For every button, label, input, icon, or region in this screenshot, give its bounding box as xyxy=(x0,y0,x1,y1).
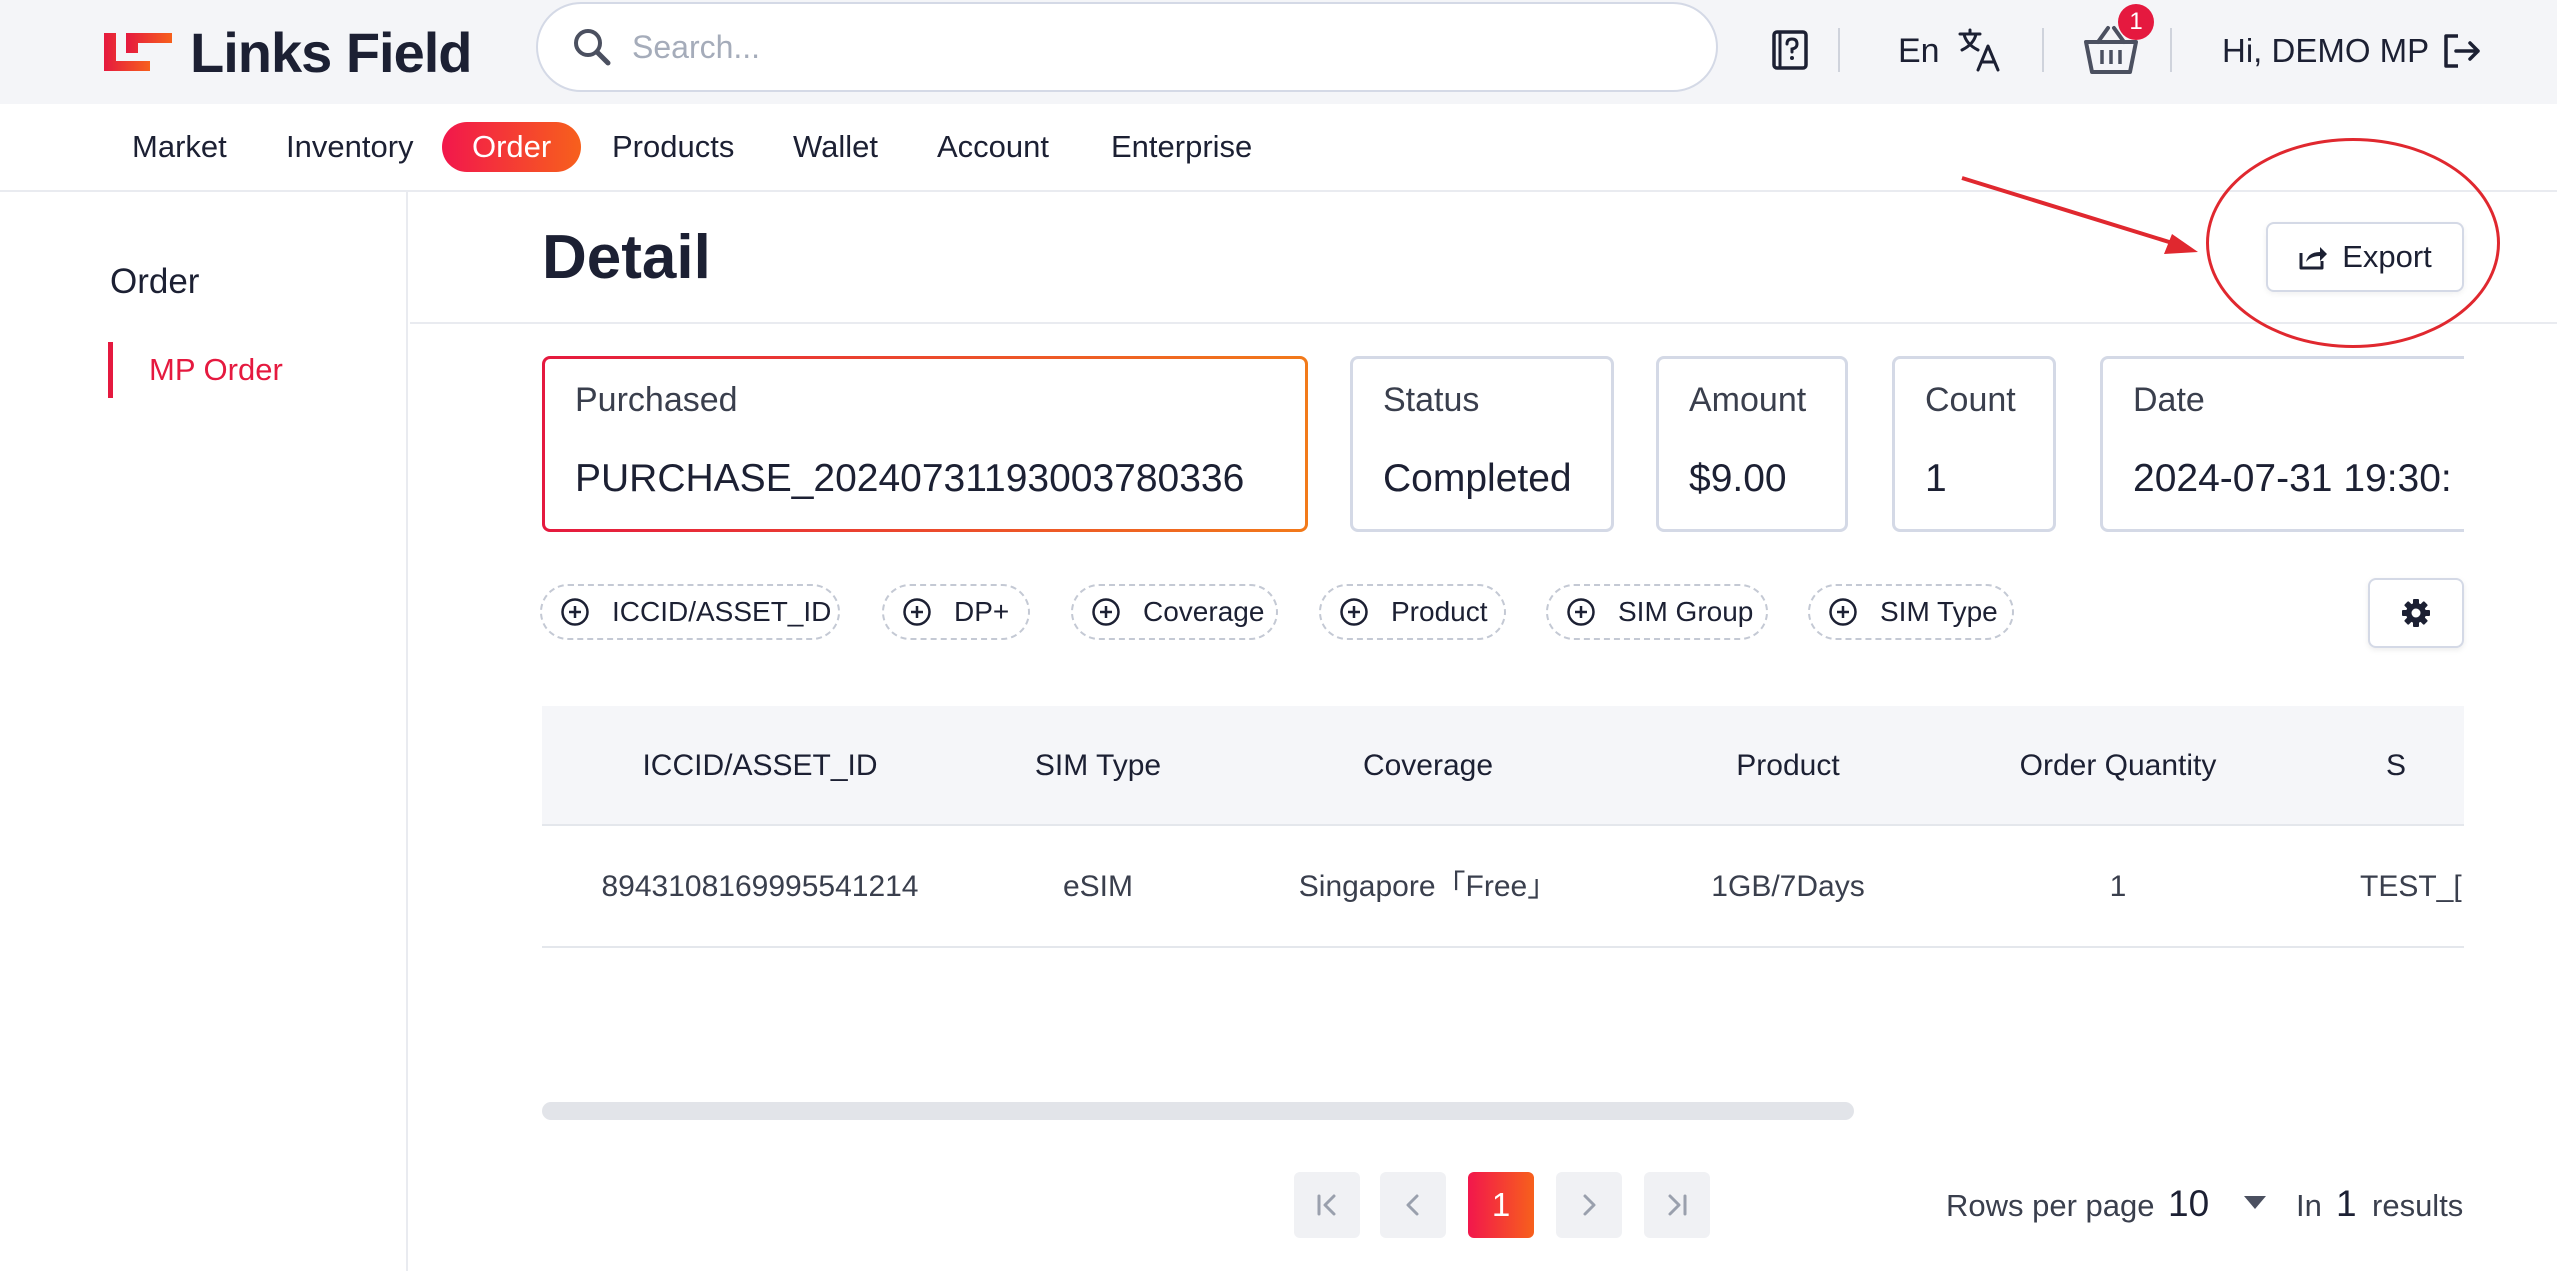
rows-per-page-select[interactable]: 10 xyxy=(2168,1182,2209,1226)
first-page-button[interactable] xyxy=(1294,1172,1360,1238)
brand-logo[interactable]: Links Field xyxy=(100,20,472,84)
cell-product: 1GB/7Days xyxy=(1711,870,1865,903)
search-input[interactable] xyxy=(632,28,1532,66)
header-divider xyxy=(1838,28,1840,72)
rows-per-page-label: Rows per page xyxy=(1946,1188,2155,1223)
nav-item-products[interactable]: Products xyxy=(612,122,734,172)
sidebar: Order MP Order xyxy=(0,192,408,1271)
table-header: ICCID/ASSET_ID SIM Type Coverage Product… xyxy=(542,706,2464,826)
table-row[interactable]: 8943108169995541214 eSIM Singapore「Free」… xyxy=(542,826,2464,948)
cell-iccid: 8943108169995541214 xyxy=(601,870,919,903)
nav-item-wallet[interactable]: Wallet xyxy=(793,122,878,172)
plus-circle-icon xyxy=(1567,598,1595,626)
top-bar: Links Field En 1 Hi, DEMO MP xyxy=(0,0,2557,104)
logo-mark-icon xyxy=(104,33,172,71)
card-label: Amount xyxy=(1689,381,1807,419)
nav-item-market[interactable]: Market xyxy=(132,122,227,172)
summary-card-purchased: Purchased PURCHASE_20240731193003780336 xyxy=(542,356,1308,532)
card-label: Date xyxy=(2133,381,2205,419)
results-in-label: In xyxy=(2296,1188,2322,1223)
filter-chip-dp[interactable]: DP+ xyxy=(882,584,1030,640)
user-greeting: Hi, DEMO MP xyxy=(2222,32,2430,69)
page-button-current[interactable]: 1 xyxy=(1468,1172,1534,1238)
horizontal-scrollbar[interactable] xyxy=(542,1102,1854,1120)
plus-circle-icon xyxy=(561,598,589,626)
plus-circle-icon xyxy=(903,598,931,626)
cell-sim-type: eSIM xyxy=(1062,870,1134,903)
chip-label: DP+ xyxy=(954,596,1010,627)
help-book-icon[interactable] xyxy=(1768,28,1812,72)
nav-item-enterprise[interactable]: Enterprise xyxy=(1111,122,1252,172)
last-page-button[interactable] xyxy=(1644,1172,1710,1238)
column-settings-button[interactable] xyxy=(2368,578,2464,648)
plus-circle-icon xyxy=(1829,598,1857,626)
chip-label: Coverage xyxy=(1143,596,1265,627)
nav-item-account[interactable]: Account xyxy=(937,122,1049,172)
chevron-down-icon[interactable] xyxy=(2244,1196,2266,1209)
brand-name: Links Field xyxy=(190,20,472,84)
previous-page-button[interactable] xyxy=(1380,1172,1446,1238)
logout-icon[interactable] xyxy=(2440,30,2482,72)
card-label: Purchased xyxy=(575,381,738,419)
export-button[interactable]: Export xyxy=(2266,222,2464,292)
card-value: $9.00 xyxy=(1689,457,1787,500)
summary-card-status: Status Completed xyxy=(1350,356,1614,532)
gear-icon xyxy=(2402,599,2430,627)
column-header-truncated[interactable]: S xyxy=(2298,706,2464,826)
summary-cards: Purchased PURCHASE_20240731193003780336 … xyxy=(540,356,2464,536)
plus-circle-icon xyxy=(1340,598,1368,626)
translate-icon[interactable] xyxy=(1956,26,2002,74)
chip-label: Product xyxy=(1391,596,1488,627)
card-value: PURCHASE_20240731193003780336 xyxy=(575,457,1245,500)
order-table: ICCID/ASSET_ID SIM Type Coverage Product… xyxy=(542,706,2464,950)
card-value: 2024-07-31 19:30: xyxy=(2133,457,2452,500)
sidebar-title: Order xyxy=(110,262,200,301)
cell-order-quantity: 1 xyxy=(2109,870,2127,903)
column-header-sim-type[interactable]: SIM Type xyxy=(978,706,1218,826)
column-header-iccid[interactable]: ICCID/ASSET_ID xyxy=(542,706,978,826)
cell-truncated: TEST_[ xyxy=(2360,870,2462,903)
search-icon xyxy=(574,29,611,66)
share-icon xyxy=(2299,247,2328,270)
card-value: 1 xyxy=(1925,457,1947,500)
filter-chip-coverage[interactable]: Coverage xyxy=(1071,584,1278,640)
nav-item-inventory[interactable]: Inventory xyxy=(286,122,414,172)
chevron-left-icon xyxy=(1406,1194,1419,1216)
header-divider xyxy=(2042,28,2044,72)
filter-chip-sim-type[interactable]: SIM Type xyxy=(1808,584,2014,640)
filter-chip-product[interactable]: Product xyxy=(1319,584,1506,640)
summary-card-date: Date 2024-07-31 19:30: xyxy=(2100,356,2464,532)
results-label: results xyxy=(2372,1188,2464,1223)
export-label: Export xyxy=(2342,239,2432,274)
header-divider xyxy=(2170,28,2172,72)
summary-card-count: Count 1 xyxy=(1892,356,2056,532)
title-divider xyxy=(410,322,2557,324)
page-title: Detail xyxy=(542,223,711,292)
card-value: Completed xyxy=(1383,457,1572,500)
cart-count-badge: 1 xyxy=(2118,4,2154,40)
last-page-icon xyxy=(1668,1194,1687,1216)
cell-coverage: Singapore「Free」 xyxy=(1298,870,1558,903)
filter-chip-iccid[interactable]: ICCID/ASSET_ID xyxy=(540,584,840,640)
search-bar[interactable] xyxy=(536,2,1718,92)
chip-label: ICCID/ASSET_ID xyxy=(612,596,832,627)
main-nav: Market Inventory Order Products Wallet A… xyxy=(0,104,2557,192)
filter-chip-sim-group[interactable]: SIM Group xyxy=(1546,584,1768,640)
language-label[interactable]: En xyxy=(1898,28,1940,74)
column-header-product[interactable]: Product xyxy=(1638,706,1938,826)
nav-item-order[interactable]: Order xyxy=(442,122,582,172)
sidebar-item-mp-order[interactable]: MP Order xyxy=(108,342,283,398)
results-total: 1 xyxy=(2336,1183,2357,1224)
summary-card-amount: Amount $9.00 xyxy=(1656,356,1848,532)
card-label: Status xyxy=(1383,381,1480,419)
card-label: Count xyxy=(1925,381,2016,419)
chevron-right-icon xyxy=(1583,1194,1596,1216)
column-header-order-quantity[interactable]: Order Quantity xyxy=(1938,706,2298,826)
first-page-icon xyxy=(1317,1194,1336,1216)
chip-label: SIM Type xyxy=(1880,596,1998,627)
next-page-button[interactable] xyxy=(1556,1172,1622,1238)
plus-circle-icon xyxy=(1092,598,1120,626)
chip-label: SIM Group xyxy=(1618,596,1754,627)
column-header-coverage[interactable]: Coverage xyxy=(1218,706,1638,826)
